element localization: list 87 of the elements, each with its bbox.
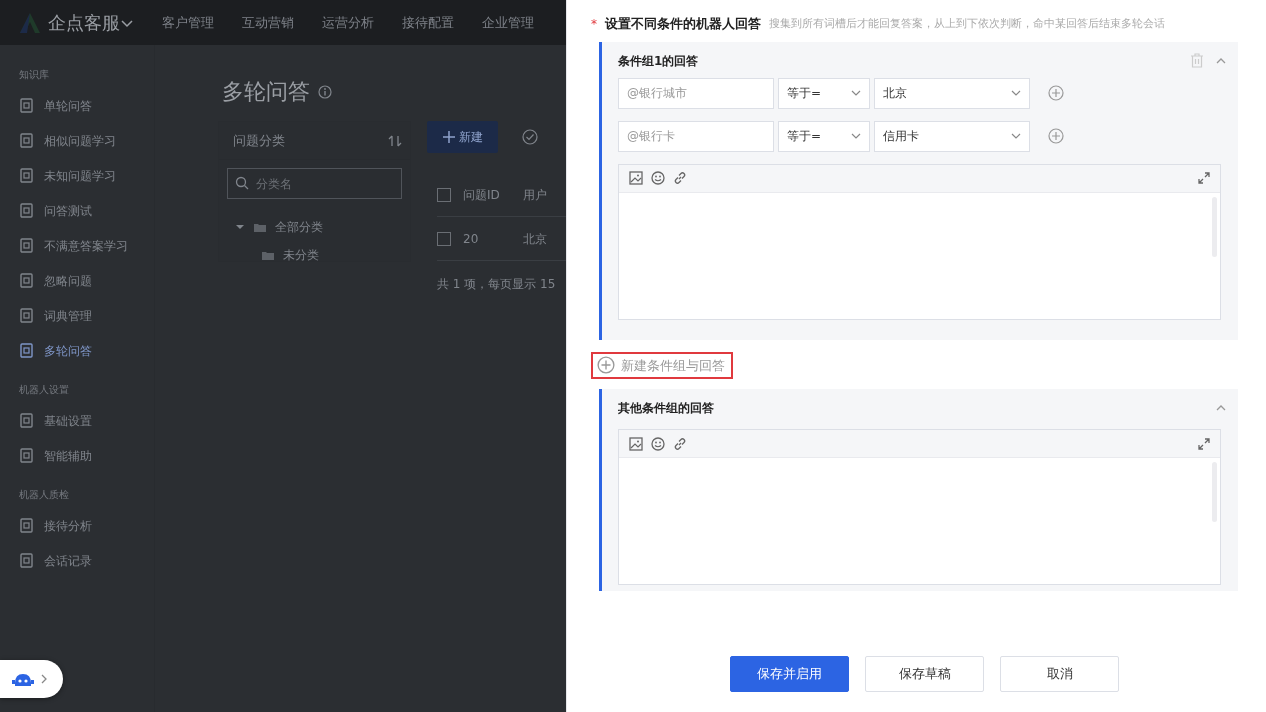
document-icon [19,553,34,568]
document-icon [19,343,34,358]
group-title: 其他条件组的回答 [618,400,715,418]
sidebar-item[interactable]: 单轮问答 [19,88,154,123]
hint-text: 搜集到所有词槽后才能回复答案，从上到下依次判断，命中某回答后结束多轮会话 [769,15,1165,32]
search-field[interactable]: 分类名 [227,168,402,199]
expand-icon[interactable] [1198,437,1210,450]
document-icon [19,413,34,428]
section-label: 机器人设置 [19,383,70,397]
emoji-icon[interactable] [651,436,665,451]
pagination-text: 共 1 项，每页显示 15 [437,276,557,293]
tree-item[interactable]: 未分类 [235,241,410,269]
sidebar-item[interactable]: 会话记录 [19,543,154,578]
required-mark: * [591,15,597,33]
form-button[interactable]: 取消 [1000,656,1119,692]
link-icon[interactable] [673,171,687,185]
sidebar-item[interactable]: 多轮问答 [19,333,154,368]
table-cell-text: 北京 [523,230,547,248]
chevron-down-icon [851,133,861,139]
operator-select[interactable]: 等于= [778,77,870,109]
form-button[interactable]: 保存并启用 [730,656,849,692]
slot-field[interactable]: @银行城市 [618,77,774,109]
sidebar-item[interactable]: 问答测试 [19,193,154,228]
section-label: 机器人质检 [19,488,70,502]
search-icon [235,176,249,190]
field-label: 设置不同条件的机器人回答 [605,15,761,33]
chevron-down-icon [851,90,861,96]
panel-title: 问题分类 [233,131,285,150]
document-icon [19,518,34,533]
new-button[interactable]: 新建 [427,121,498,153]
form-button[interactable]: 保存草稿 [865,656,984,692]
sidebar-item[interactable]: 基础设置 [19,403,154,438]
plus-icon [442,131,455,143]
sidebar-item[interactable]: 相似问题学习 [19,123,154,158]
caret-icon[interactable] [235,222,245,232]
add-circle-icon[interactable] [1048,128,1064,144]
document-icon [19,168,34,183]
document-icon [19,133,34,148]
sidebar-item[interactable]: 接待分析 [19,508,154,543]
expand-icon[interactable] [1198,172,1210,184]
nav-tab[interactable]: 企业管理 [482,12,534,33]
checkbox[interactable] [437,231,451,246]
nav-tab[interactable]: 客户管理 [162,12,214,33]
page-title: 多轮问答 [222,78,310,106]
document-icon [19,203,34,218]
nav-tab[interactable]: 运营分析 [322,12,374,33]
add-circle-icon[interactable] [1048,85,1064,101]
info-icon[interactable] [318,84,332,99]
sidebar-item[interactable]: 未知问题学习 [19,158,154,193]
add-group-button[interactable]: 新建条件组与回答 [591,351,733,379]
column-header: 用户 [523,186,547,204]
robot-icon [12,671,34,687]
collapse-icon[interactable] [1216,56,1226,65]
check-circle-icon[interactable] [522,129,538,145]
document-icon [19,238,34,253]
chevron-down-icon [1011,90,1021,96]
slot-field[interactable]: @银行卡 [618,120,774,152]
chevron-down-icon [1011,133,1021,139]
table-cell-text: 20 [463,230,480,248]
checkbox[interactable] [437,187,451,202]
emoji-icon[interactable] [651,171,665,185]
value-select[interactable]: 北京 [874,77,1030,109]
tree-item[interactable]: 全部分类 [235,213,410,241]
sidebar-item[interactable]: 词典管理 [19,298,154,333]
document-icon [19,448,34,463]
document-icon [19,308,34,323]
document-icon [19,98,34,113]
sidebar-item[interactable]: 智能辅助 [19,438,154,473]
sidebar-item[interactable]: 不满意答案学习 [19,228,154,263]
image-icon[interactable] [629,171,643,185]
add-circle-icon [597,356,615,375]
document-icon [19,273,34,288]
group-title: 条件组1的回答 [618,52,700,70]
assistant-button[interactable] [0,660,63,698]
brand-name[interactable]: 企点客服 [48,9,120,36]
nav-tab[interactable]: 接待配置 [402,12,454,33]
collapse-icon[interactable] [1216,404,1226,413]
link-icon[interactable] [673,436,687,451]
section-label: 知识库 [19,68,50,82]
image-icon[interactable] [629,436,643,451]
operator-select[interactable]: 等于= [778,120,870,152]
chevron-right-icon [40,674,48,684]
sort-icon[interactable] [388,133,402,148]
column-header: 问题ID [463,186,501,204]
value-select[interactable]: 信用卡 [874,120,1030,152]
nav-tab[interactable]: 互动营销 [242,12,294,33]
sidebar-item[interactable]: 忽略问题 [19,263,154,298]
